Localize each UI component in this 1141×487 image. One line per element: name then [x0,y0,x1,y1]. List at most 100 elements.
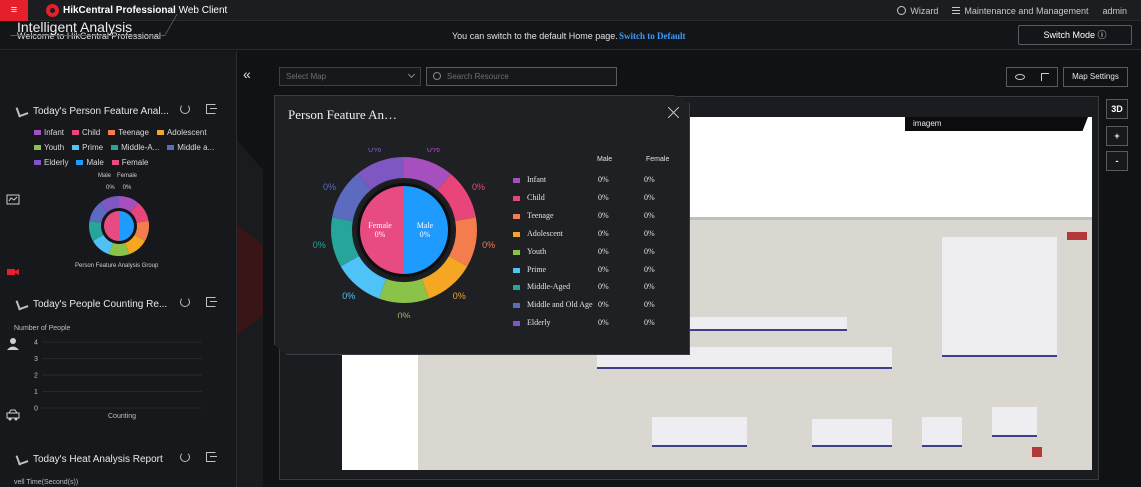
legend-item[interactable]: Male [76,157,104,167]
search-resource-input[interactable]: Search Resource [426,67,617,86]
row-swatch [513,303,520,309]
ring-value-label: 0% [368,148,381,154]
zoom-out-button[interactable]: - [1106,151,1128,171]
wizard-icon [897,6,907,15]
row-name: Prime [527,264,547,274]
legend-item[interactable]: Elderly [34,157,68,167]
row-female-value: 0% [644,228,655,238]
row-female-value: 0% [644,246,655,256]
legend-swatch [108,129,116,135]
row-male-value: 0% [598,228,609,238]
refresh-icon[interactable] [180,104,190,114]
refresh-icon[interactable] [180,297,190,307]
switch-note: You can switch to the default Home page. [452,31,618,41]
wizard-link[interactable]: Wizard [897,6,938,16]
row-male-value: 0% [598,246,609,256]
legend-item[interactable]: Middle-A... [111,142,159,152]
legend-label: Male [86,157,104,167]
legend-item[interactable]: Prime [72,142,103,152]
map-select[interactable]: Select Map [279,67,421,86]
legend-item[interactable]: Infant [34,127,64,137]
mini-male-value: 0% [106,185,115,191]
side-nav-strip [237,140,263,487]
legend-label: Elderly [44,157,69,167]
row-male-value: 0% [598,192,609,202]
map-shelf [652,417,747,447]
camera-icon[interactable] [6,265,20,279]
search-icon [433,72,441,80]
row-swatch [513,285,520,291]
user-label: admin [1102,5,1127,16]
counting-y-label: Number of People [14,325,71,332]
y-tick-label: 1 [34,389,38,396]
collapse-panel-button[interactable]: « [243,66,251,82]
legend-item[interactable]: Child [72,127,100,137]
y-tick-label: 0 [34,406,38,413]
map-counter [1032,447,1042,457]
map-settings-button[interactable]: Map Settings [1063,67,1128,87]
legend-item[interactable]: Youth [34,142,64,152]
person-icon[interactable] [6,337,20,351]
visibility-toggle-button[interactable] [1006,67,1058,87]
legend-swatch [76,159,84,165]
row-swatch [513,178,520,183]
legend-swatch [34,144,41,150]
y-tick-label: 2 [34,373,38,380]
row-name: Teenage [527,210,554,220]
row-female-value: 0% [644,175,655,184]
eye-icon [1015,74,1025,80]
mini-legend-head: Male Female [98,173,137,179]
export-icon[interactable] [206,452,217,462]
legend-item[interactable]: Adolescent [156,127,207,137]
refresh-icon[interactable] [180,452,190,462]
row-name: Elderly [527,318,551,328]
map-shelf [992,407,1037,437]
mini-male-head: Male [98,173,112,179]
person-legend: Infant Child Teenage Adolescent Youth Prime Mi… [34,127,224,167]
ring-value-label: 0% [427,148,440,154]
row-name: Adolescent [527,228,563,238]
row-swatch [513,321,520,327]
close-icon[interactable] [667,106,680,119]
mini-female-head: Female [117,173,138,179]
legend-swatch [156,129,164,135]
row-male-value: 0% [598,264,609,274]
zoom-in-button[interactable]: + [1106,126,1128,146]
row-name: Middle-Aged [527,282,571,292]
vehicle-icon[interactable] [6,408,20,422]
flag-icon[interactable] [1041,73,1049,81]
row-swatch [513,195,520,201]
counting-card-header: Today's People Counting Re... [15,297,167,311]
ring-value-label: 0% [397,311,410,318]
maintenance-link[interactable]: Maintenance and Management [952,6,1088,16]
heat-analysis-icon [15,452,29,466]
map-shelf [922,417,962,447]
export-icon[interactable] [206,104,217,114]
switch-mode-button[interactable]: Switch Mode ⓘ [1018,25,1132,45]
legend-label: Middle-A... [121,142,160,152]
legend-item[interactable]: Middle a... [167,142,214,152]
legend-label: Youth [44,142,65,152]
legend-swatch [72,129,80,135]
map-shelf [942,237,1057,357]
monitor-chart-icon[interactable] [6,193,20,207]
heat-card-title: Today's Heat Analysis Report [33,453,163,465]
export-icon[interactable] [206,297,217,307]
map-select-placeholder: Select Map [286,72,327,81]
person-card-title: Today's Person Feature Anal... [33,105,169,117]
counting-chart: 4 3 2 1 0 [34,340,202,413]
user-menu[interactable]: admin [1102,6,1127,16]
ring-value-label: 0% [472,182,485,192]
switch-to-default-link[interactable]: Switch to Default [619,31,686,41]
row-name: Child [527,192,545,202]
legend-swatch [72,144,80,150]
ring-value-label: 0% [453,291,466,301]
legend-item[interactable]: Female [111,157,148,167]
legend-item[interactable]: Teenage [108,127,149,137]
row-female-value: 0% [644,210,655,220]
row-male-value: 0% [598,210,609,220]
row-name: Youth [527,246,547,256]
3d-toggle-button[interactable]: 3D [1106,99,1128,119]
legend-swatch [111,144,119,150]
map-layer-tab[interactable]: imagem [905,117,1088,131]
